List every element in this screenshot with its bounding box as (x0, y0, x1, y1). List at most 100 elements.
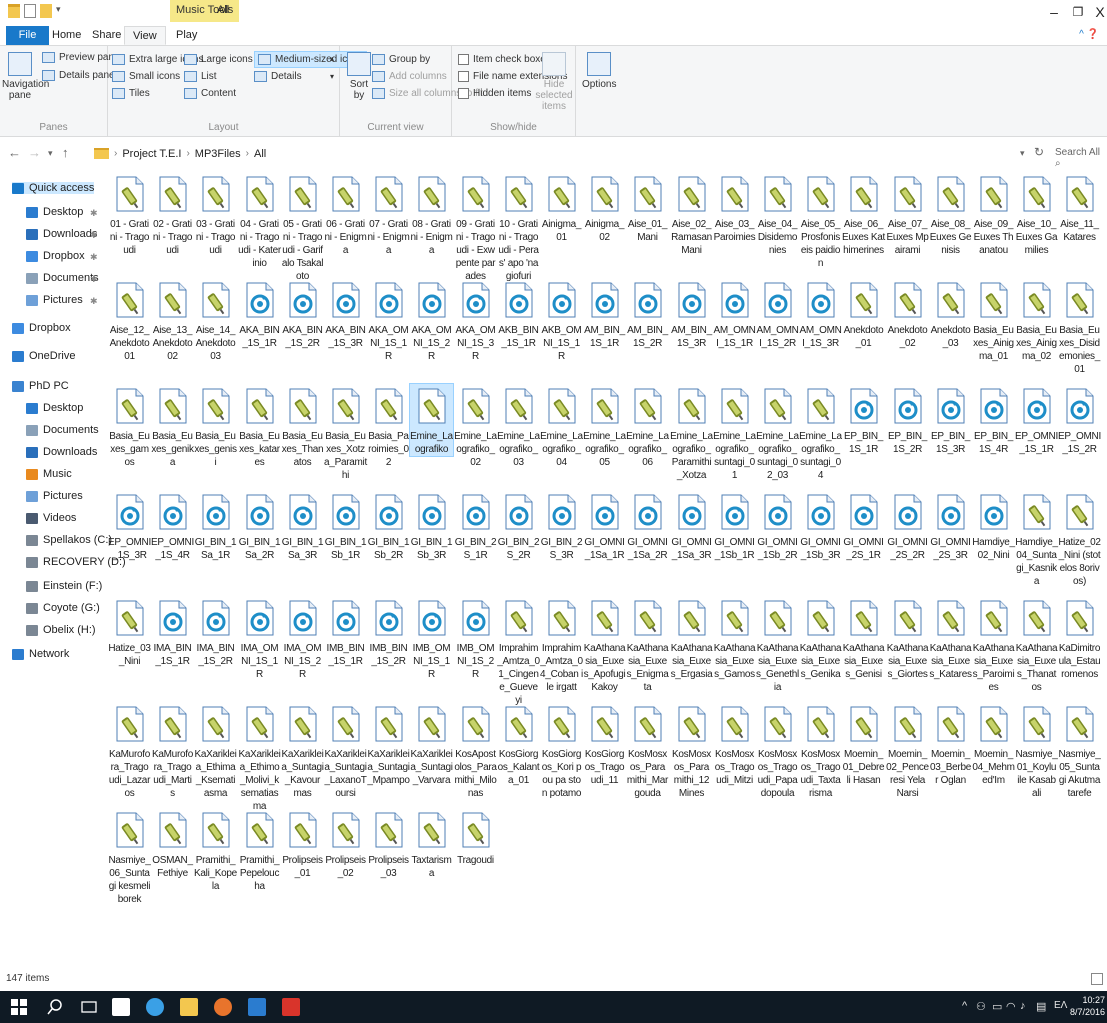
file-item[interactable]: KaAthanasia_Euxes_Katares (929, 596, 972, 681)
file-item[interactable]: Imprahim_Amtza_01_Cingene_Gueveyi (497, 596, 540, 707)
file-item[interactable]: 06 - Gratini - Enigma (324, 172, 367, 257)
file-item[interactable]: KaMurofora_Tragoudi_Martis (151, 702, 194, 800)
file-item[interactable]: KaDimitroula_Estauromenos (1058, 596, 1101, 681)
file-item[interactable]: Taxtarisma (410, 808, 453, 880)
file-item[interactable]: Hatize_03_Nini (108, 596, 151, 668)
file-item[interactable]: Basia_Euxes_Disidemonies_01 (1058, 278, 1101, 376)
file-item[interactable]: Prolipseis_03 (367, 808, 410, 880)
file-item[interactable]: EP_BIN_1S_3R (929, 384, 972, 456)
file-item[interactable]: Aise_14_Anekdoto 03 (194, 278, 237, 363)
nav-item-onedrive[interactable]: OneDrive (12, 350, 75, 362)
acrobat-icon[interactable] (282, 998, 300, 1016)
store-icon[interactable] (112, 998, 130, 1016)
large-icons-button[interactable]: Large icons (184, 54, 253, 65)
hide-selected-items-button[interactable]: Hide selected items (534, 52, 574, 112)
nav-item-desktop[interactable]: Desktop (26, 206, 83, 218)
file-item[interactable]: Basia_Euxes_genika (151, 384, 194, 469)
pin-icon[interactable]: ✱ (90, 296, 98, 307)
file-item[interactable]: GI_OMNI_1Sb_3R (799, 490, 842, 562)
pin-icon[interactable]: ✱ (90, 252, 98, 263)
file-item[interactable]: KosMosxos_Paramithi_Margouda (626, 702, 669, 800)
network-tray-icon[interactable]: ⚇ (976, 1000, 986, 1013)
file-item[interactable]: Aise_04_Disidemonies (756, 172, 799, 257)
breadcrumb-project[interactable]: Project T.E.I (122, 148, 181, 160)
nav-item-obelix-h[interactable]: Obelix (H:) (26, 624, 96, 636)
nav-item-downloads[interactable]: Downloads (26, 228, 97, 240)
file-item[interactable]: Imprahim_Amtza_04_Coban ile irgatt (540, 596, 583, 694)
file-item[interactable]: EP_BIN_1S_2R (886, 384, 929, 456)
nav-item-pictures[interactable]: Pictures (26, 490, 83, 502)
file-item[interactable]: GI_OMNI_1Sa_3R (670, 490, 713, 562)
file-item[interactable]: 08 - Gratini - Enigma (410, 172, 453, 257)
file-item[interactable]: Emine_Laografiko_06 (626, 384, 669, 469)
file-item[interactable]: Aise_05_Prosfoniseis paidion (799, 172, 842, 270)
tab-play[interactable]: Play (168, 26, 205, 45)
pin-icon[interactable]: ✱ (90, 230, 98, 241)
tab-share[interactable]: Share (84, 26, 129, 45)
file-item[interactable]: GI_BIN_1Sb_3R (410, 490, 453, 562)
nav-item-spellakos-c[interactable]: Spellakos (C:) (26, 534, 112, 546)
file-item[interactable]: KaAthanasia_Euxes_Genisi (842, 596, 885, 681)
file-item[interactable]: GI_BIN_2S_2R (497, 490, 540, 562)
file-item[interactable]: AKA_OMNI_1S_1R (367, 278, 410, 363)
file-item[interactable]: IMA_BIN_1S_2R (194, 596, 237, 668)
details-pane-button[interactable]: Details pane (42, 70, 115, 81)
file-item[interactable]: 05 - Gratini - Tragoudi - Garifalo Tsaka… (281, 172, 324, 283)
file-item[interactable]: KaXarikleia_Ethima_Ksematiasma (194, 702, 237, 800)
file-item[interactable]: GI_OMNI_2S_1R (842, 490, 885, 562)
file-item[interactable]: GI_BIN_1Sb_1R (324, 490, 367, 562)
content-view-button[interactable]: Content (184, 88, 236, 99)
nav-item-network[interactable]: Network (12, 648, 69, 660)
file-item[interactable]: EP_OMNI_1S_4R (151, 490, 194, 562)
file-item[interactable]: Moemin_01_Debreli Hasan (842, 702, 885, 787)
layout-scroll-up-icon[interactable]: ▴ (330, 54, 334, 63)
file-item[interactable]: 04 - Gratini - Tragoudi - Katerinio (238, 172, 281, 270)
address-history-icon[interactable]: ▾ (1020, 148, 1025, 159)
breadcrumb-mp3files[interactable]: MP3Files (195, 148, 241, 160)
search-input[interactable]: Search All ⌕ (1052, 143, 1107, 169)
file-item[interactable]: EP_OMNI_1S_2R (1058, 384, 1101, 456)
file-item[interactable]: Emine_Laografiko_suntagi_04 (799, 384, 842, 482)
wifi-icon[interactable]: ◠ (1006, 1000, 1016, 1013)
file-item[interactable]: OSMAN_Fethiye (151, 808, 194, 880)
options-button[interactable]: Options (582, 52, 616, 90)
file-item[interactable]: AKA_BIN_1S_1R (238, 278, 281, 350)
refresh-icon[interactable]: ↻ (1034, 145, 1044, 159)
app-icon[interactable] (248, 998, 266, 1016)
file-item[interactable]: GI_OMNI_2S_2R (886, 490, 929, 562)
details-view-button[interactable]: Details (254, 71, 302, 82)
file-item[interactable]: Emine_Laografiko_02 (454, 384, 497, 469)
file-item[interactable]: Prolipseis_01 (281, 808, 324, 880)
file-item[interactable]: GI_BIN_1Sa_2R (238, 490, 281, 562)
qat-dropdown-icon[interactable]: ▾ (56, 4, 61, 18)
file-item[interactable]: GI_BIN_1Sa_3R (281, 490, 324, 562)
file-item[interactable]: Anekdoto_03 (929, 278, 972, 350)
nav-item-phd-pc[interactable]: PhD PC (12, 380, 69, 392)
file-item[interactable]: KaXarikleia_Suntagi_Varvara (410, 702, 453, 787)
pin-icon[interactable]: ✱ (90, 274, 98, 285)
file-item[interactable]: Emine_Laografiko_03 (497, 384, 540, 469)
file-item[interactable]: Basia_Euxes_Xotza_Paramithi (324, 384, 367, 482)
file-item[interactable]: Hamdiye_04_Suntagi_Kasnika (1015, 490, 1058, 588)
file-item[interactable]: GI_BIN_1Sb_2R (367, 490, 410, 562)
file-item[interactable]: Ainigma_02 (583, 172, 626, 244)
close-button[interactable]: X (1086, 1, 1107, 23)
file-item[interactable]: KaAthanasia_Euxes_Paroimies (972, 596, 1015, 694)
file-item[interactable]: IMA_BIN_1S_1R (151, 596, 194, 668)
file-item[interactable]: 07 - Gratini - Enigma (367, 172, 410, 257)
file-item[interactable]: Emine_Laografiko_04 (540, 384, 583, 469)
battery-icon[interactable]: ▭ (992, 1000, 1002, 1013)
file-item[interactable]: KosGiorgos_Tragoudi_11 (583, 702, 626, 787)
file-item[interactable]: AM_BIN_1S_1R (583, 278, 626, 350)
add-columns-button[interactable]: Add columns (372, 71, 447, 82)
nav-item-documents[interactable]: Documents (26, 424, 99, 436)
file-item[interactable]: Basia_Euxes_Ainigma_01 (972, 278, 1015, 363)
file-item[interactable]: AM_BIN_1S_3R (670, 278, 713, 350)
file-item[interactable]: Basia_Euxes_Thanatos (281, 384, 324, 469)
file-item[interactable]: AM_OMNI_1S_3R (799, 278, 842, 350)
file-item[interactable]: KaAthanasia_Euxes_Giortes (886, 596, 929, 681)
file-explorer-icon[interactable] (180, 998, 198, 1016)
file-item[interactable]: KaAthanasia_Euxes_Genika (799, 596, 842, 681)
group-by-button[interactable]: Group by (372, 54, 430, 65)
file-item[interactable]: Nasmiye_05_Suntagi Akutma tarefe (1058, 702, 1101, 800)
